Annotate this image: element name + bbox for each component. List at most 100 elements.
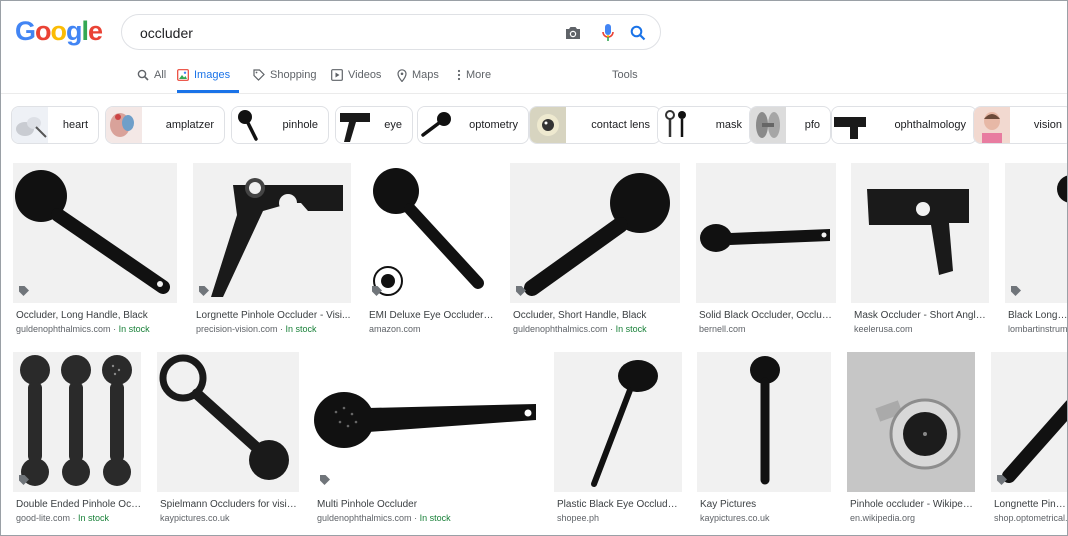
source-domain: bernell.com bbox=[699, 324, 746, 334]
result-title[interactable]: Mask Occluder - Short Angle... bbox=[854, 310, 988, 321]
source-domain: guldenophthalmics.com bbox=[16, 324, 111, 334]
chip-ophthalmology[interactable]: ophthalmology bbox=[831, 106, 977, 144]
result-title[interactable]: Black Long Ha... bbox=[1008, 310, 1067, 321]
tag-icon bbox=[997, 475, 1007, 485]
search-icon[interactable] bbox=[627, 22, 649, 44]
source-domain: shop.optometrical... bbox=[994, 513, 1068, 523]
chip-thumbnail bbox=[232, 107, 268, 143]
chip-contact-lens[interactable]: contact lens bbox=[529, 106, 661, 144]
camera-icon[interactable] bbox=[562, 22, 584, 44]
map-pin-icon bbox=[397, 69, 407, 82]
tag-icon bbox=[19, 475, 29, 485]
chip-thumbnail bbox=[106, 107, 142, 143]
tag-icon bbox=[1011, 286, 1021, 296]
result-image[interactable] bbox=[13, 352, 141, 492]
chip-mask[interactable]: mask bbox=[657, 106, 753, 144]
result-image[interactable] bbox=[696, 163, 836, 303]
tab-label: Videos bbox=[348, 69, 382, 81]
stock-status: In stock bbox=[118, 324, 150, 334]
chip-label: amplatzer bbox=[165, 119, 214, 131]
source-domain: lombartinstrum... bbox=[1008, 324, 1068, 334]
tab-shopping[interactable]: Shopping bbox=[253, 61, 317, 93]
result-source: guldenophthalmics.com · In stock bbox=[317, 513, 537, 523]
chip-label: eye bbox=[384, 119, 402, 131]
result-title[interactable]: EMI Deluxe Eye Occluder f... bbox=[369, 310, 494, 321]
stock-status: In stock bbox=[285, 324, 317, 334]
result-image[interactable] bbox=[554, 352, 682, 492]
result-image[interactable] bbox=[193, 163, 351, 303]
tab-label: Maps bbox=[412, 69, 439, 81]
more-vert-icon bbox=[457, 69, 461, 81]
tab-maps[interactable]: Maps bbox=[397, 61, 439, 93]
tag-icon bbox=[253, 69, 265, 81]
result-image[interactable] bbox=[847, 352, 975, 492]
tab-more[interactable]: More bbox=[457, 61, 491, 93]
source-domain: guldenophthalmics.com bbox=[513, 324, 608, 334]
source-domain: en.wikipedia.org bbox=[850, 513, 916, 523]
header-divider bbox=[1, 93, 1067, 94]
chip-vision[interactable]: vision bbox=[973, 106, 1067, 144]
chip-heart[interactable]: heart bbox=[11, 106, 99, 144]
result-title[interactable]: Occluder, Long Handle, Black bbox=[16, 310, 176, 321]
tab-videos[interactable]: Videos bbox=[331, 61, 381, 93]
result-image[interactable] bbox=[157, 352, 299, 492]
result-source: precision-vision.com · In stock bbox=[196, 324, 351, 334]
chip-thumbnail bbox=[418, 107, 454, 143]
result-title[interactable]: Plastic Black Eye Occluder... bbox=[557, 499, 681, 510]
result-image[interactable] bbox=[366, 163, 494, 303]
chip-label: pinhole bbox=[282, 119, 318, 131]
result-image[interactable] bbox=[510, 163, 680, 303]
result-title[interactable]: Spielmann Occluders for visio... bbox=[160, 499, 300, 510]
result-image[interactable] bbox=[697, 352, 831, 492]
result-source: shop.optometrical... bbox=[994, 513, 1068, 523]
image-icon bbox=[177, 69, 189, 81]
chip-label: contact lens bbox=[591, 119, 650, 131]
result-source: shopee.ph bbox=[557, 513, 681, 523]
search-icon bbox=[137, 69, 149, 81]
chip-thumbnail bbox=[12, 107, 48, 143]
chip-amplatzer[interactable]: amplatzer bbox=[105, 106, 225, 144]
result-title[interactable]: Longnette Pinhol... bbox=[994, 499, 1067, 510]
tools-button[interactable]: Tools bbox=[612, 69, 638, 81]
result-title[interactable]: Multi Pinhole Occluder bbox=[317, 499, 537, 510]
result-title[interactable]: Solid Black Occluder, Occlud... bbox=[699, 310, 834, 321]
result-source: kaypictures.co.uk bbox=[700, 513, 830, 523]
tab-images[interactable]: Images bbox=[177, 61, 239, 93]
result-image[interactable] bbox=[13, 163, 177, 303]
result-source: good-lite.com · In stock bbox=[16, 513, 142, 523]
stock-separator: · bbox=[110, 324, 119, 334]
chip-label: optometry bbox=[469, 119, 518, 131]
stock-separator: · bbox=[607, 324, 616, 334]
result-title[interactable]: Double Ended Pinhole Occl... bbox=[16, 499, 142, 510]
chip-thumbnail bbox=[832, 107, 868, 143]
result-image[interactable] bbox=[851, 163, 989, 303]
google-logo[interactable]: Google bbox=[15, 16, 103, 47]
chip-optometry[interactable]: optometry bbox=[417, 106, 529, 144]
result-title[interactable]: Occluder, Short Handle, Black bbox=[513, 310, 679, 321]
chip-pinhole[interactable]: pinhole bbox=[231, 106, 329, 144]
search-input[interactable] bbox=[140, 23, 540, 43]
result-image[interactable] bbox=[314, 352, 538, 492]
result-image[interactable] bbox=[991, 352, 1067, 492]
stock-separator: · bbox=[70, 513, 79, 523]
microphone-icon[interactable] bbox=[597, 22, 619, 44]
source-domain: keelerusa.com bbox=[854, 324, 913, 334]
tab-all[interactable]: All bbox=[137, 61, 166, 93]
result-title[interactable]: Lorgnette Pinhole Occluder - Visi... bbox=[196, 310, 351, 321]
chip-label: heart bbox=[62, 119, 88, 131]
source-domain: kaypictures.co.uk bbox=[700, 513, 770, 523]
result-image[interactable] bbox=[1005, 163, 1067, 303]
result-source: keelerusa.com bbox=[854, 324, 988, 334]
chip-thumbnail bbox=[658, 107, 694, 143]
result-source: amazon.com bbox=[369, 324, 494, 334]
result-source: guldenophthalmics.com · In stock bbox=[16, 324, 176, 334]
chip-eye[interactable]: eye bbox=[335, 106, 413, 144]
chip-pfo[interactable]: pfo bbox=[749, 106, 831, 144]
source-domain: good-lite.com bbox=[16, 513, 71, 523]
stock-status: In stock bbox=[615, 324, 647, 334]
result-title[interactable]: Pinhole occluder - Wikipedia bbox=[850, 499, 974, 510]
stock-status: In stock bbox=[419, 513, 451, 523]
page: Google All Images Shopping Videos bbox=[0, 0, 1068, 536]
result-source: kaypictures.co.uk bbox=[160, 513, 300, 523]
result-title[interactable]: Kay Pictures bbox=[700, 499, 830, 510]
